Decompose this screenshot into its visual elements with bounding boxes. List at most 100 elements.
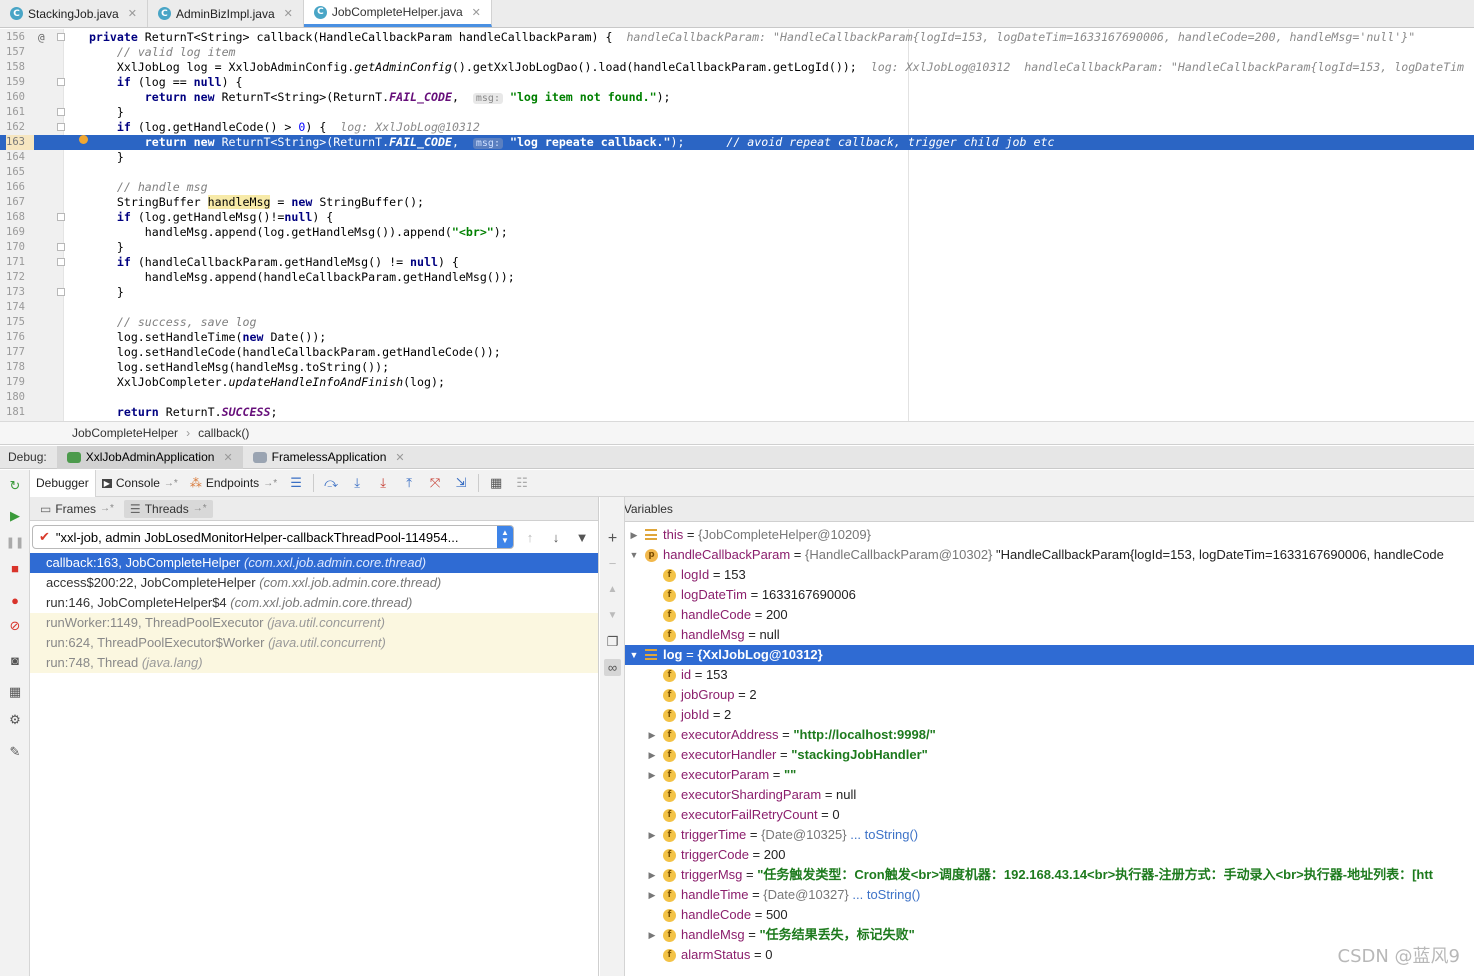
variable-row[interactable]: ▼ log = {XxlJobLog@10312} bbox=[625, 645, 1474, 665]
fold-marker-icon[interactable] bbox=[57, 78, 65, 86]
step-over-icon[interactable]: ⤼ bbox=[318, 472, 344, 494]
collapse-arrow-icon[interactable]: ▼ bbox=[629, 545, 639, 565]
editor-tab[interactable]: C JobCompleteHelper.java ✕ bbox=[303, 0, 492, 27]
variable-row[interactable]: ▶ this = {JobCompleteHelper@10209} bbox=[625, 525, 1474, 545]
code-line[interactable]: 170 } bbox=[0, 240, 1474, 255]
stack-frame[interactable]: run:624, ThreadPoolExecutor$Worker (java… bbox=[30, 633, 598, 653]
code-line[interactable]: 159 if (log == null) { bbox=[0, 75, 1474, 90]
close-icon[interactable]: ✕ bbox=[472, 6, 481, 19]
step-out-icon[interactable]: ⤒ bbox=[396, 472, 422, 494]
fold-marker-icon[interactable] bbox=[57, 108, 65, 116]
glasses-icon[interactable]: ∞ bbox=[604, 659, 621, 676]
copy-icon[interactable]: ❐ bbox=[604, 633, 621, 650]
expand-arrow-icon[interactable]: ▶ bbox=[647, 765, 657, 785]
evaluate-expression-icon[interactable]: ▦ bbox=[483, 472, 509, 494]
expand-arrow-icon[interactable]: ▶ bbox=[647, 865, 657, 885]
fold-marker-icon[interactable] bbox=[57, 123, 65, 131]
variable-row[interactable]: ▶ f triggerTime = {Date@10325} ... toStrin… bbox=[625, 825, 1474, 845]
code-line[interactable]: 157 // valid log item bbox=[0, 45, 1474, 60]
view-breakpoints-icon[interactable]: ● bbox=[7, 592, 23, 608]
stop-icon[interactable]: ■ bbox=[7, 560, 23, 576]
code-line[interactable]: 165 bbox=[0, 165, 1474, 180]
editor-tab[interactable]: C AdminBizImpl.java ✕ bbox=[148, 0, 304, 27]
variable-row[interactable]: f handleCode = 200 bbox=[625, 605, 1474, 625]
move-down-icon[interactable]: ▼ bbox=[604, 607, 621, 624]
tostring-link[interactable]: ... toString() bbox=[847, 827, 918, 842]
step-into-icon[interactable]: ⤓ bbox=[344, 472, 370, 494]
expand-arrow-icon[interactable]: ▶ bbox=[647, 925, 657, 945]
code-line[interactable]: 172 handleMsg.append(handleCallbackParam… bbox=[0, 270, 1474, 285]
fold-marker-icon[interactable] bbox=[57, 258, 65, 266]
code-line[interactable]: 176 log.setHandleTime(new Date()); bbox=[0, 330, 1474, 345]
filter-icon[interactable]: ▼ bbox=[572, 530, 592, 545]
code-line[interactable]: 174 bbox=[0, 300, 1474, 315]
stack-frame[interactable]: access$200:22, JobCompleteHelper (com.xx… bbox=[30, 573, 598, 593]
code-editor[interactable]: 156 private ReturnT<String> callback(Han… bbox=[0, 29, 1474, 421]
tostring-link[interactable]: ... toString() bbox=[849, 887, 920, 902]
variable-row[interactable]: f logDateTim = 1633167690006 bbox=[625, 585, 1474, 605]
mute-breakpoints-icon[interactable]: ⊘ bbox=[7, 618, 23, 634]
fold-marker-icon[interactable] bbox=[57, 33, 65, 41]
expand-arrow-icon[interactable]: ▶ bbox=[629, 525, 639, 545]
code-line[interactable]: 175 // success, save log bbox=[0, 315, 1474, 330]
code-line[interactable]: 169 handleMsg.append(log.getHandleMsg())… bbox=[0, 225, 1474, 240]
close-icon[interactable]: ✕ bbox=[223, 451, 232, 464]
expand-arrow-icon[interactable]: ▶ bbox=[647, 825, 657, 845]
close-icon[interactable]: ✕ bbox=[128, 7, 137, 20]
editor-tab[interactable]: C StackingJob.java ✕ bbox=[0, 0, 148, 27]
stack-frame[interactable]: runWorker:1149, ThreadPoolExecutor (java… bbox=[30, 613, 598, 633]
layout-icon[interactable]: ▦ bbox=[7, 684, 23, 700]
settings-icon[interactable]: ⚙ bbox=[7, 712, 23, 728]
session-tab-xxljobadmin[interactable]: XxlJobAdminApplication ✕ bbox=[56, 445, 243, 469]
variable-row[interactable]: ▶ f triggerMsg = "任务触发类型：Cron触发<br>调度机器：19… bbox=[625, 865, 1474, 885]
tab-debugger[interactable]: Debugger bbox=[30, 469, 96, 497]
tab-endpoints[interactable]: ⁂ Endpoints →* bbox=[184, 470, 283, 497]
tab-frames[interactable]: ▭ Frames →* bbox=[34, 500, 120, 518]
variable-row[interactable]: f id = 153 bbox=[625, 665, 1474, 685]
stack-frame[interactable]: run:146, JobCompleteHelper$4 (com.xxl.jo… bbox=[30, 593, 598, 613]
expand-arrow-icon[interactable]: ▶ bbox=[647, 745, 657, 765]
trace-stream-icon[interactable]: ☷ bbox=[509, 472, 535, 494]
variable-row[interactable]: f triggerCode = 200 bbox=[625, 845, 1474, 865]
code-line[interactable]: 158 XxlJobLog log = XxlJobAdminConfig.ge… bbox=[0, 60, 1474, 75]
breadcrumb-class[interactable]: JobCompleteHelper bbox=[72, 426, 178, 440]
fold-marker-icon[interactable] bbox=[57, 288, 65, 296]
variable-row[interactable]: f jobId = 2 bbox=[625, 705, 1474, 725]
code-line[interactable]: 161 } bbox=[0, 105, 1474, 120]
thread-select[interactable]: ✔ "xxl-job, admin JobLosedMonitorHelper-… bbox=[32, 525, 514, 549]
drop-frame-icon[interactable]: ⤧ bbox=[422, 472, 448, 494]
code-line[interactable]: 180 bbox=[0, 390, 1474, 405]
tab-threads[interactable]: ☰ Threads →* bbox=[123, 499, 213, 518]
code-line[interactable]: 168 if (log.getHandleMsg()!=null) { bbox=[0, 210, 1474, 225]
code-line[interactable]: 162 if (log.getHandleCode() > 0) { log: … bbox=[0, 120, 1474, 135]
stack-frame[interactable]: run:748, Thread (java.lang) bbox=[30, 653, 598, 673]
variable-row[interactable]: ▼ p handleCallbackParam = {HandleCallbackP… bbox=[625, 545, 1474, 565]
expand-arrow-icon[interactable]: ▶ bbox=[647, 885, 657, 905]
code-line[interactable]: 166 // handle msg bbox=[0, 180, 1474, 195]
move-up-icon[interactable]: ▲ bbox=[604, 581, 621, 598]
code-line[interactable]: 160 return new ReturnT<String>(ReturnT.F… bbox=[0, 90, 1474, 105]
code-line[interactable]: 179 XxlJobCompleter.updateHandleInfoAndF… bbox=[0, 375, 1474, 390]
variable-row[interactable]: ▶ f executorParam = "" bbox=[625, 765, 1474, 785]
fold-marker-icon[interactable] bbox=[57, 243, 65, 251]
variable-row[interactable]: f logId = 153 bbox=[625, 565, 1474, 585]
code-line[interactable]: 156 private ReturnT<String> callback(Han… bbox=[0, 30, 1474, 45]
tab-console[interactable]: ▶ Console →* bbox=[96, 470, 184, 497]
code-line[interactable]: 178 log.setHandleMsg(handleMsg.toString(… bbox=[0, 360, 1474, 375]
fold-marker-icon[interactable] bbox=[57, 213, 65, 221]
variable-row[interactable]: f executorFailRetryCount = 0 bbox=[625, 805, 1474, 825]
stack-frame[interactable]: callback:163, JobCompleteHelper (com.xxl… bbox=[30, 553, 598, 573]
arrow-up-icon[interactable]: ↑ bbox=[520, 530, 540, 545]
variable-row[interactable]: ▶ f handleTime = {Date@10327} ... toString… bbox=[625, 885, 1474, 905]
close-icon[interactable]: ✕ bbox=[284, 7, 293, 20]
code-line[interactable]: 163 return new ReturnT<String>(ReturnT.F… bbox=[0, 135, 1474, 150]
code-line[interactable]: 171 if (handleCallbackParam.getHandleMsg… bbox=[0, 255, 1474, 270]
session-tab-frameless[interactable]: FramelessApplication ✕ bbox=[243, 446, 415, 469]
pin-icon[interactable]: ✎ bbox=[7, 744, 23, 760]
force-step-into-icon[interactable]: ⤓ bbox=[370, 472, 396, 494]
camera-icon[interactable]: ◙ bbox=[7, 652, 23, 668]
close-icon[interactable]: ✕ bbox=[395, 451, 404, 464]
breadcrumb-method[interactable]: callback() bbox=[198, 426, 249, 440]
variable-row[interactable]: f handleCode = 500 bbox=[625, 905, 1474, 925]
variable-row[interactable]: ▶ f executorHandler = "stackingJobHandler" bbox=[625, 745, 1474, 765]
